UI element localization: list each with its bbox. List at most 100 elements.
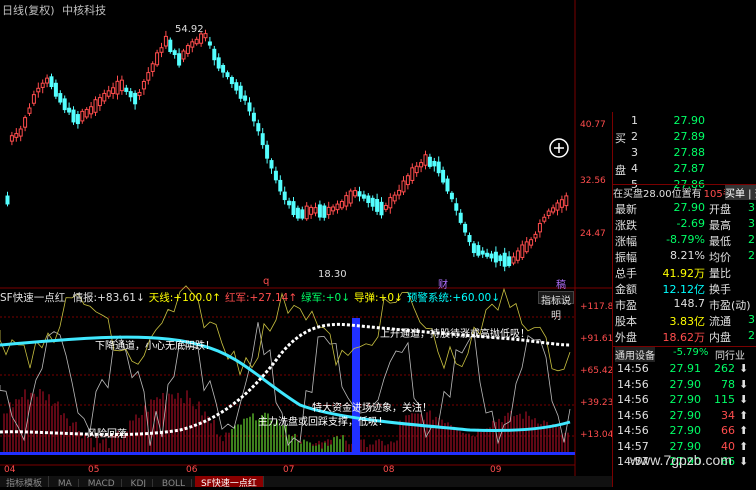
candle-body	[326, 206, 331, 216]
tab-kdj[interactable]: KDJ	[125, 479, 154, 487]
indicator-value-0: 情报:+83.61↓	[72, 292, 145, 304]
arrow-down-icon: ⬇	[739, 377, 749, 391]
candle-body	[27, 107, 32, 114]
candle-body	[216, 57, 221, 69]
candle-body	[485, 252, 490, 257]
candle-body	[375, 198, 380, 212]
candle-body	[537, 223, 542, 233]
quote-value: 3	[748, 217, 755, 230]
candle-body	[269, 160, 274, 169]
high-price-label: 54.92	[175, 24, 204, 35]
tab-sf[interactable]: SF快速一点红	[194, 476, 264, 487]
candle-body	[419, 162, 424, 168]
candle-body	[89, 106, 94, 115]
tab-macd[interactable]: MACD	[82, 479, 122, 487]
candle-body	[243, 95, 248, 101]
candle-body	[190, 41, 195, 48]
quote-row: 股本 3.83亿 流通 3	[613, 313, 756, 328]
tab-template[interactable]: 指标模板	[0, 476, 50, 487]
candle-body	[278, 179, 283, 192]
tab-boll[interactable]: BOLL	[156, 479, 193, 487]
candle-body	[212, 48, 217, 61]
candle-body	[58, 93, 63, 103]
candle-body	[97, 97, 102, 107]
tick-time: 14:56	[617, 377, 649, 391]
quote-value: 27.90	[673, 201, 706, 214]
candle-body	[344, 195, 349, 207]
arrow-down-icon: ⬇	[739, 393, 749, 406]
candle-body	[300, 209, 305, 219]
order-level[interactable]: 盘 4 27.87	[613, 162, 756, 177]
period-label[interactable]: 日线(复权)	[2, 4, 55, 17]
candle-body	[458, 212, 463, 223]
candle-body	[256, 123, 261, 132]
candle-body	[401, 180, 406, 193]
ind-axis-4: +39.23	[580, 398, 614, 408]
tick-price: 27.90	[669, 393, 702, 406]
stock-name: 中核科技	[62, 4, 107, 17]
order-level[interactable]: 买 2 27.89	[613, 130, 756, 145]
candle-body	[383, 204, 388, 210]
tick-volume: 115	[714, 393, 735, 406]
candlesticks	[5, 29, 569, 272]
candle-body	[185, 45, 190, 54]
event-marker-cai[interactable]: 财	[438, 276, 448, 291]
candle-body	[309, 206, 314, 215]
candle-body	[146, 72, 151, 81]
indicator-name[interactable]: SF快速一点红	[0, 292, 65, 304]
indicator-value-4: 导弹:+0↓	[354, 292, 403, 304]
quote-row: 外盘 18.62万 内盘 2	[613, 329, 756, 344]
candle-body	[397, 189, 402, 196]
buy-label: 买	[615, 132, 626, 145]
candle-body	[163, 35, 168, 47]
candle-body	[348, 190, 353, 204]
candle-body	[441, 169, 446, 183]
note-up-channel: 上升通道，持股待涨或高抛低吸！	[380, 329, 530, 340]
candle-body	[221, 65, 226, 73]
candle-body	[331, 206, 336, 212]
chart-title: 日线(复权) 中核科技	[2, 2, 106, 18]
order-level[interactable]: 3 27.88	[613, 146, 756, 161]
quote-label: 金额	[615, 283, 637, 296]
candle-body	[93, 99, 98, 113]
candle-body	[177, 53, 182, 66]
candle-body	[141, 80, 146, 90]
candle-body	[427, 156, 432, 167]
indicator-help-button[interactable]: 指标说明	[538, 291, 574, 322]
candle-body	[414, 165, 419, 174]
event-marker-gao[interactable]: 稿	[556, 276, 566, 291]
tab-ma[interactable]: MA	[52, 479, 79, 487]
candle-body	[119, 79, 124, 92]
indicator-value-5: 预警系统:+60.00↓	[406, 292, 501, 304]
candle-body	[361, 194, 366, 199]
quote-label: 最高	[709, 219, 731, 232]
quote-label: 股本	[615, 315, 637, 328]
candle-body	[423, 154, 428, 166]
crosshair-plus-icon[interactable]	[549, 138, 569, 158]
candle-body	[551, 207, 556, 213]
candle-body	[432, 160, 437, 167]
tick-volume: 78	[721, 377, 735, 391]
event-marker-q[interactable]: q	[263, 276, 269, 287]
candle-body	[392, 194, 397, 202]
order-level[interactable]: 1 27.90	[613, 114, 756, 129]
candle-body	[124, 87, 129, 92]
status-line[interactable]: 在买盘28.00位置有105手 买单 | 查看	[613, 184, 756, 200]
candle-body	[471, 243, 476, 254]
quote-row: 涨幅 -8.79% 最低 2	[613, 233, 756, 248]
candle-body	[18, 128, 23, 137]
industry-row[interactable]: 通用设备 -5.79% 同行业	[613, 346, 756, 362]
date-label: 06	[186, 465, 198, 475]
date-label: 04	[4, 465, 16, 475]
candle-body	[313, 207, 318, 214]
indicator-value-3: 绿军:+0↓	[301, 292, 350, 304]
candle-body	[80, 110, 85, 122]
arrow-up-icon: ⬆	[739, 439, 749, 453]
candle-body	[273, 170, 278, 181]
chart-area[interactable]: 日线(复权) 中核科技 54.92 18.30 40.77 32.56 24.4…	[0, 0, 614, 487]
candle-body	[71, 109, 76, 123]
indicator-header: SF快速一点红 情报:+83.61↓ 天线:+100.0↑ 红军:+27.14↑ 绿军…	[0, 290, 612, 304]
quote-label: 流通	[709, 315, 731, 328]
candle-body	[317, 204, 322, 218]
price-axis-2: 32.56	[580, 176, 606, 186]
